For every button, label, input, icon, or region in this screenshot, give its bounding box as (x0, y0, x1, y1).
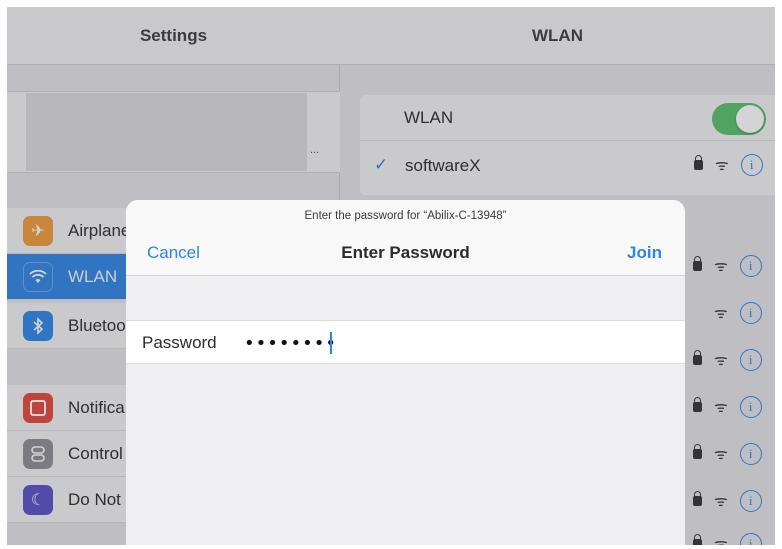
password-field[interactable] (244, 331, 544, 355)
dialog-prompt: Enter the password for “Abilix-C-13948” (304, 210, 507, 222)
password-row: Password (126, 320, 685, 364)
dialog-nav-bar: Enter the password for “Abilix-C-13948” … (126, 200, 685, 276)
password-label: Password (142, 333, 217, 352)
ipad-screen: Settings ... ✈ Airplane WLAN Bluetoo Not… (7, 7, 775, 545)
dialog-title: Enter Password (341, 243, 470, 262)
text-cursor (330, 332, 332, 354)
join-button[interactable]: Join (627, 243, 662, 263)
password-dialog: Enter the password for “Abilix-C-13948” … (126, 200, 685, 545)
